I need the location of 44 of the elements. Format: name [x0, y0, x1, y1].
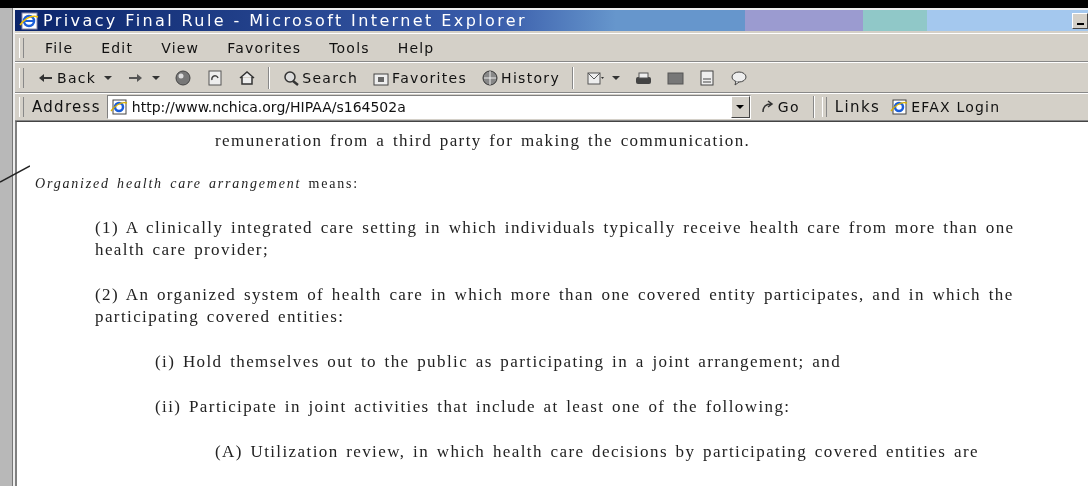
go-button[interactable]: Go — [754, 97, 806, 117]
page-icon — [698, 69, 716, 86]
link-button[interactable]: EFAX Login — [884, 97, 1007, 117]
globe-e-icon — [19, 11, 39, 30]
window-title: Privacy Final Rule - Microsoft Internet Explorer — [43, 11, 528, 31]
list-item-text: (1) A clinically integrated care setting in which individuals typically receive health care from more than one health care provider; — [94, 217, 1016, 261]
menu-item[interactable]: Favorites — [216, 37, 313, 58]
printer-icon — [634, 69, 652, 86]
house-icon — [238, 69, 257, 86]
search-icon — [282, 69, 301, 86]
search-button[interactable]: Search — [277, 67, 364, 88]
speech-bubble-icon — [730, 69, 748, 86]
definition-text: Organized health care arrangement means: — [35, 175, 360, 193]
list-item-text: (i) Hold themselves out to the public as participating in a joint arrangement; and — [154, 351, 843, 373]
refresh-icon — [206, 69, 225, 86]
arrow-icon — [760, 100, 775, 114]
url-input[interactable]: http://www.nchica.org/HIPAA/s164502a — [127, 98, 731, 116]
stop-icon — [174, 69, 193, 86]
paragraph-text: remuneration from a third party for making the communication. — [214, 130, 752, 152]
menu-item[interactable]: File — [34, 37, 85, 58]
menu-item[interactable]: Tools — [318, 37, 381, 58]
menu-item[interactable]: Edit — [90, 37, 145, 58]
caret-icon — [612, 75, 620, 80]
minimize-button[interactable] — [1072, 12, 1088, 29]
address-label: Address — [32, 98, 102, 116]
dropdown-button[interactable] — [730, 96, 750, 118]
list-item-text: (2) An organized system of health care in which more than one covered entity participates, and in which the participating covered entities: — [94, 284, 1015, 328]
leader-line — [0, 164, 30, 184]
history-button[interactable]: History — [476, 67, 565, 88]
caret-icon — [152, 75, 161, 80]
back-button[interactable]: Back — [32, 67, 118, 88]
caret-icon — [104, 75, 113, 80]
favorites-button[interactable]: Favorites — [367, 67, 473, 88]
envelope-icon — [586, 69, 604, 86]
list-item-text: (A) Utilization review, in which health care decisions by participating covered entities are — [214, 441, 980, 463]
globe-icon — [481, 69, 500, 86]
document-icon — [666, 69, 684, 86]
menu-item[interactable]: Help — [386, 37, 446, 58]
page-e-icon — [890, 99, 909, 115]
address-field[interactable]: http://www.nchica.org/HIPAA/s164502a — [106, 95, 751, 119]
list-item-text: (ii) Participate in joint activities that include at least one of the following: — [154, 396, 792, 418]
page-e-icon — [109, 99, 128, 115]
links-label: Links — [834, 98, 881, 116]
menu-item[interactable]: View — [150, 37, 211, 58]
